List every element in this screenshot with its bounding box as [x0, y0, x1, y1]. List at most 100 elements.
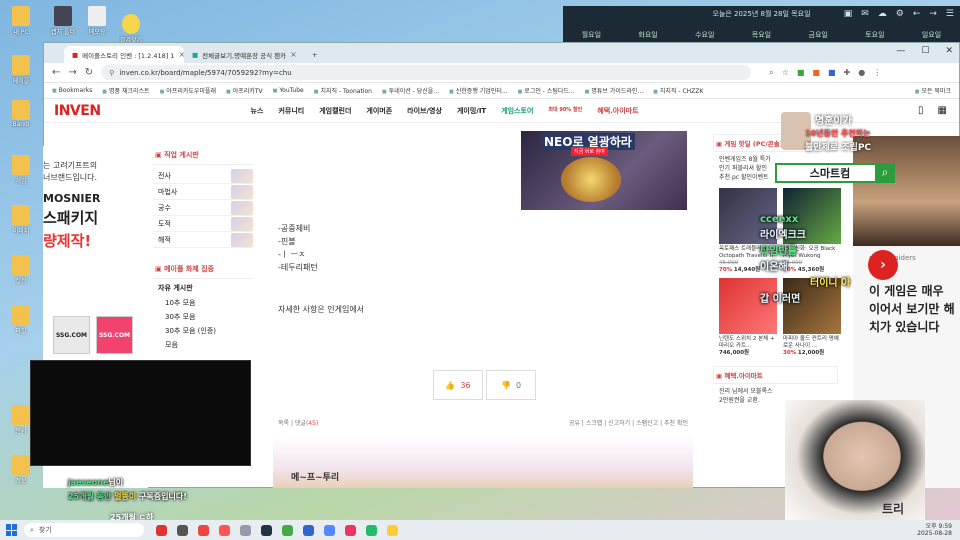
weekday: 월요일	[581, 31, 602, 39]
app-icon[interactable]	[345, 524, 356, 536]
desktop-icon[interactable]: 이미지	[2, 205, 40, 235]
neo-banner[interactable]: NEO로 열광하라 지금 바로 참여	[521, 131, 687, 210]
bookmark-star-icon[interactable]: ☆	[782, 68, 789, 78]
back-icon[interactable]: ←	[913, 9, 921, 19]
bookmark-item[interactable]: 아프리카도우미플래	[160, 86, 216, 95]
report-link[interactable]: 신고하기	[608, 420, 630, 427]
discord-icon[interactable]	[324, 524, 335, 536]
url-input[interactable]: ⚲ inven.co.kr/board/maple/5974/7059292?m…	[101, 65, 752, 80]
reload-icon[interactable]: ↻	[85, 67, 93, 78]
imart-title[interactable]: 혜택.아이마트	[713, 366, 838, 384]
app-icon[interactable]	[156, 524, 167, 536]
desktop-icon[interactable]: 캡처 폴더	[44, 6, 82, 36]
grid-icon[interactable]: ☰	[946, 9, 954, 19]
list-link[interactable]: 목록	[278, 420, 289, 427]
app-icon[interactable]	[282, 524, 293, 536]
free-board-title[interactable]: 자유 게시판	[153, 283, 253, 293]
forward-arrow-icon[interactable]: →	[68, 67, 76, 78]
bookmark-item[interactable]: 신한증행 기업인터...	[449, 86, 508, 95]
close-window-icon[interactable]: ✕	[945, 46, 953, 56]
site-info-icon[interactable]: ⚲	[109, 69, 114, 77]
maximize-icon[interactable]: ☐	[921, 46, 929, 56]
app-icon[interactable]	[219, 524, 230, 536]
cloud-icon[interactable]: ☁	[878, 9, 887, 19]
bookmark-item[interactable]: 치지직 - Toonation	[314, 86, 372, 95]
chrome-icon[interactable]	[303, 524, 314, 536]
taskbar-search[interactable]: ⌕ 찾기	[24, 523, 144, 537]
folder-icon	[12, 100, 30, 120]
folder-icon[interactable]	[387, 524, 398, 536]
desktop-icon[interactable]: Bandi	[2, 100, 40, 128]
upvote-button[interactable]: 👍 36	[433, 370, 483, 400]
back-arrow-icon[interactable]: ←	[52, 67, 60, 78]
bookmark-item[interactable]: 명튜브 가이드라인...	[585, 86, 643, 95]
close-icon[interactable]: ×	[290, 50, 297, 59]
desktop-icon[interactable]: 게임	[2, 155, 40, 185]
bookmark-item[interactable]: Bookmarks	[52, 87, 93, 94]
app-icon[interactable]	[198, 524, 209, 536]
nav-store[interactable]: 게임스토어	[501, 106, 533, 116]
nav-news[interactable]: 뉴스	[251, 106, 264, 116]
desktop-icon[interactable]: 메모장	[78, 6, 116, 36]
desktop-icon[interactable]: 메이플	[2, 55, 40, 85]
job-item[interactable]: 마법사	[153, 184, 253, 200]
job-item[interactable]: 궁수	[153, 200, 253, 216]
nav-imart[interactable]: 혜택.아이마트	[597, 106, 638, 116]
job-item[interactable]: 도적	[153, 216, 253, 232]
all-bookmarks[interactable]: 모든 북마크	[915, 86, 951, 95]
free-board-item[interactable]: 10추 모음	[153, 296, 253, 310]
mobile-icon[interactable]: ▯	[918, 105, 924, 116]
windows-start-icon[interactable]	[6, 524, 18, 536]
system-clock[interactable]: 오후 9:59 2025-08-28	[917, 523, 952, 537]
scrap-link[interactable]: 스크랩	[586, 420, 603, 427]
settings-icon[interactable]: ⚙	[896, 9, 904, 19]
app-icon[interactable]	[240, 524, 251, 536]
nav-community[interactable]: 커뮤니티	[278, 106, 304, 116]
desktop-icon[interactable]: 설정	[2, 255, 40, 285]
nav-calendar[interactable]: 게임캘린더	[319, 106, 351, 116]
nav-gamerzone[interactable]: 게이머존	[366, 106, 392, 116]
share-link[interactable]: 공유	[569, 420, 580, 427]
bookmark-item[interactable]: 로그인 - 스팀다드...	[518, 86, 574, 95]
recommend-check-link[interactable]: 추천 확인	[664, 420, 688, 427]
menu-grid-icon[interactable]: ▦	[938, 105, 947, 116]
downvote-button[interactable]: 👎 0	[486, 370, 536, 400]
free-board-item[interactable]: 30추 모음 (인증)	[153, 324, 253, 338]
bookmark-item[interactable]: 치지직 - CHZZK	[653, 86, 703, 95]
desktop-icon[interactable]: 즐겨찾기	[112, 14, 150, 44]
bookmark-item[interactable]: YouTube	[273, 87, 303, 94]
bottom-ad[interactable]: 메~프~투리	[273, 436, 693, 488]
extension-icon[interactable]: ■	[797, 68, 805, 78]
extension-icon[interactable]: ■	[828, 68, 836, 78]
forward-icon[interactable]: →	[929, 9, 937, 19]
bookmark-item[interactable]: 아프리카TV	[226, 86, 263, 95]
app-icon[interactable]	[366, 524, 377, 536]
bookmark-item[interactable]: 투네이션 - 당신을...	[382, 86, 439, 95]
desktop-icon[interactable]: 파일	[2, 305, 40, 335]
job-item[interactable]: 전사	[153, 168, 253, 184]
inven-logo[interactable]: INVEN	[54, 103, 101, 119]
menu-dots-icon[interactable]: ⋮	[873, 68, 881, 78]
monitor-icon[interactable]: ▣	[844, 9, 853, 19]
minimize-icon[interactable]: —	[896, 46, 905, 56]
mail-icon[interactable]: ✉	[861, 9, 869, 19]
desktop-icon[interactable]: 내 PC	[2, 6, 40, 36]
profile-icon[interactable]: ●	[858, 68, 865, 78]
search-icon: ⌕	[875, 163, 895, 183]
app-icon[interactable]	[177, 524, 188, 536]
tab-inven[interactable]: ■ 메이플스토리 인벤 : [1.2.418] 1 ×	[64, 46, 184, 63]
free-board-item[interactable]: 모음	[153, 338, 253, 352]
new-tab-button[interactable]: +	[304, 46, 325, 63]
free-board-item[interactable]: 30추 모음	[153, 310, 253, 324]
zoom-icon[interactable]: ⌕	[769, 68, 773, 78]
puzzle-icon[interactable]: ✚	[844, 68, 851, 78]
extension-icon[interactable]: ■	[812, 68, 820, 78]
spam-report-link[interactable]: 스팸신고	[636, 420, 658, 427]
nav-gaming-it[interactable]: 게이밍/IT	[457, 106, 486, 116]
steam-icon[interactable]	[261, 524, 272, 536]
bookmark-item[interactable]: 명품 채크리스트	[102, 86, 150, 95]
tab-cafe[interactable]: ■ 전체글보기,명예훈장 공식 팬카 ×	[184, 46, 304, 63]
comment-link[interactable]: 댓글	[295, 420, 306, 427]
nav-live[interactable]: 라이브/영상	[407, 106, 442, 116]
job-item[interactable]: 해적	[153, 232, 253, 248]
